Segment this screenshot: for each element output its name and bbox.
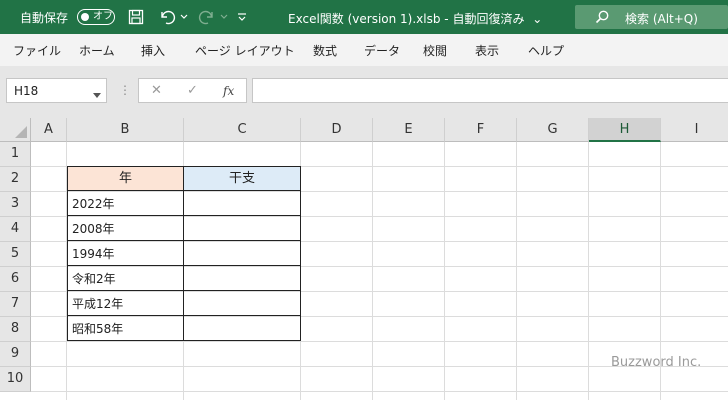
cancel-icon[interactable]: ✕ [151,83,162,98]
ribbon-tabs: ファイル ホーム 挿入 ページ レイアウト 数式 データ 校閲 表示 ヘルプ [0,34,728,66]
name-box-dropdown-icon[interactable] [93,87,101,101]
row-header-9[interactable]: 9 [0,342,31,367]
column-header-f[interactable]: F [445,118,517,142]
formula-area: H18 ⋮ ✕ ✓ fx [0,66,728,118]
tab-review[interactable]: 校閲 [423,42,447,59]
gridline [444,142,445,400]
worksheet-grid[interactable]: A B C D E F G H I 1 2 3 4 5 6 7 8 9 10 年… [0,118,728,400]
autosave-state: オフ [93,11,113,22]
column-header-i[interactable]: I [661,118,728,142]
gridline [31,341,728,342]
gridline [516,142,517,400]
column-header-c[interactable]: C [184,118,301,142]
formula-input[interactable] [252,78,728,103]
autosave-label: 自動保存 [20,11,69,25]
column-header-d[interactable]: D [301,118,373,142]
gridline [588,142,589,400]
cell-value: 2008年 [72,222,115,236]
gridline [31,391,728,392]
title-dropdown-icon[interactable]: ⌄ [532,12,542,26]
gridline [372,142,373,400]
cell-c8[interactable] [184,316,301,341]
column-header-h[interactable]: H [589,118,661,142]
formula-buttons: ✕ ✓ fx [138,78,247,103]
window-title[interactable]: Excel関数 (version 1).xlsb - 自動回復済み ⌄ [288,10,542,27]
cell-value: 2022年 [72,197,115,211]
row-header-1[interactable]: 1 [0,142,31,167]
cell-c4[interactable] [184,216,301,241]
cell-value: 1994年 [72,247,115,261]
row-header-10[interactable]: 10 [0,367,31,392]
resize-handle-icon[interactable]: ⋮ [119,83,131,97]
redo-dropdown-icon[interactable] [219,8,229,26]
column-header-g[interactable]: G [517,118,589,142]
tab-home[interactable]: ホーム [79,42,115,59]
tab-view[interactable]: 表示 [475,42,499,59]
watermark-text: Buzzword Inc. [611,355,702,370]
column-header-a[interactable]: A [31,118,67,142]
cell-value: 平成12年 [72,297,124,311]
tab-page-layout[interactable]: ページ レイアウト [195,42,295,59]
autosave-toggle[interactable]: オフ [77,9,115,25]
row-header-2[interactable]: 2 [0,167,31,192]
cell-value: 令和2年 [72,272,116,286]
cell-b8[interactable]: 昭和58年 [67,316,184,341]
cell-b6[interactable]: 令和2年 [67,266,184,291]
search-placeholder: 検索 (Alt+Q) [625,12,698,26]
row-header-3[interactable]: 3 [0,192,31,217]
cell-b7[interactable]: 平成12年 [67,291,184,316]
cell-b4[interactable]: 2008年 [67,216,184,241]
row-header-4[interactable]: 4 [0,217,31,242]
search-box[interactable]: 検索 (Alt+Q) [575,5,728,29]
insert-function-icon[interactable]: fx [223,84,234,98]
tab-data[interactable]: データ [364,42,400,59]
cell-c6[interactable] [184,266,301,291]
column-header-b[interactable]: B [67,118,184,142]
column-header-e[interactable]: E [373,118,445,142]
cell-c7[interactable] [184,291,301,316]
customize-qat-icon[interactable] [236,8,248,26]
undo-dropdown-icon[interactable] [179,8,189,26]
name-box-value: H18 [14,84,39,98]
name-box[interactable]: H18 [6,78,107,103]
row-header-8[interactable]: 8 [0,317,31,342]
cell-b3[interactable]: 2022年 [67,191,184,216]
tab-insert[interactable]: 挿入 [141,42,165,59]
search-icon [595,10,609,27]
toggle-knob [81,12,89,21]
tab-formulas[interactable]: 数式 [313,42,337,59]
tab-help[interactable]: ヘルプ [528,42,564,59]
cell-b2-header-year[interactable]: 年 [67,166,184,191]
cell-c3[interactable] [184,191,301,216]
select-all-icon [15,126,27,138]
cell-value: 昭和58年 [72,322,124,336]
cell-c5[interactable] [184,241,301,266]
row-header-7[interactable]: 7 [0,292,31,317]
enter-icon[interactable]: ✓ [187,83,198,98]
title-bar: 自動保存 オフ Excel関数 (version 1).xlsb - 自動回復済… [0,0,728,34]
cell-b5[interactable]: 1994年 [67,241,184,266]
undo-icon[interactable] [156,8,178,26]
select-all-button[interactable] [0,118,31,142]
document-title: Excel関数 (version 1).xlsb - 自動回復済み [288,12,525,26]
cell-c2-header-eto[interactable]: 干支 [184,166,301,191]
tab-file[interactable]: ファイル [13,42,61,59]
row-header-6[interactable]: 6 [0,267,31,292]
row-header-5[interactable]: 5 [0,242,31,267]
redo-icon[interactable] [196,8,218,26]
save-icon[interactable] [126,8,146,26]
